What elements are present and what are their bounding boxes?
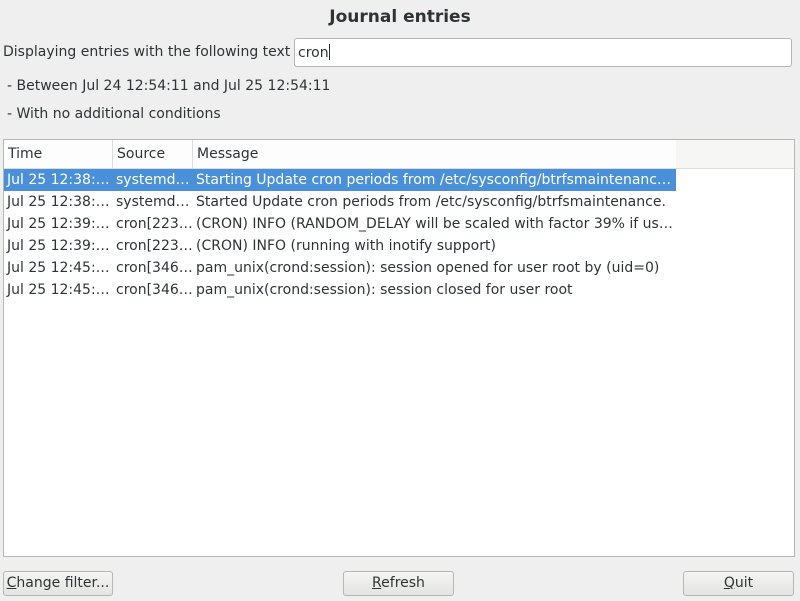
cell-time: Jul 25 12:45:39 — [7, 282, 113, 298]
filter-label: Displaying entries with the following te… — [3, 44, 291, 60]
cell-source: cron[3469] — [116, 260, 193, 276]
additional-conditions: - With no additional conditions — [7, 106, 221, 122]
filter-text-value: cron — [298, 45, 329, 61]
column-header-filler — [676, 140, 794, 169]
column-header-time[interactable]: Time — [4, 140, 113, 168]
change-filter-button[interactable]: Change filter... — [3, 571, 113, 596]
cell-source: cron[2235] — [116, 238, 193, 254]
quit-button[interactable]: Quit — [683, 571, 794, 596]
cell-time: Jul 25 12:38:50 — [7, 172, 113, 188]
journal-entries-list[interactable]: Time Source Message Jul 25 12:38:50 syste… — [3, 139, 795, 557]
column-header-row: Time Source Message — [4, 140, 676, 169]
cell-message: pam_unix(crond:session): session closed … — [196, 282, 573, 298]
cell-message: Starting Update cron periods from /etc/s… — [196, 172, 676, 188]
cell-time: Jul 25 12:45:01 — [7, 260, 113, 276]
cell-message: (CRON) INFO (RANDOM_DELAY will be scaled… — [196, 216, 676, 232]
table-row[interactable]: Jul 25 12:45:39 cron[3469] pam_unix(crond:… — [4, 279, 676, 301]
cell-message: Started Update cron periods from /etc/sy… — [196, 194, 666, 210]
table-row[interactable]: Jul 25 12:38:50 systemd[1] Starting Update… — [4, 169, 676, 191]
cell-source: systemd[1] — [116, 194, 193, 210]
table-row[interactable]: Jul 25 12:38:50 systemd[1] Started Update … — [4, 191, 676, 213]
entries-rows: Jul 25 12:38:50 systemd[1] Starting Update… — [4, 169, 676, 301]
filter-text-input[interactable]: cron — [294, 38, 792, 67]
cell-time: Jul 25 12:39:11 — [7, 238, 113, 254]
text-cursor — [328, 44, 330, 60]
cell-source: cron[2235] — [116, 216, 193, 232]
cell-message: pam_unix(crond:session): session opened … — [196, 260, 660, 276]
cell-source: systemd[1] — [116, 172, 193, 188]
cell-source: cron[3469] — [116, 282, 193, 298]
refresh-button[interactable]: Refresh — [343, 571, 454, 596]
cell-time: Jul 25 12:38:50 — [7, 194, 113, 210]
time-range-condition: - Between Jul 24 12:54:11 and Jul 25 12:… — [7, 78, 331, 94]
table-row[interactable]: Jul 25 12:39:11 cron[2235] (CRON) INFO (ru… — [4, 235, 676, 257]
dialog-title: Journal entries — [329, 7, 471, 27]
column-header-message[interactable]: Message — [193, 140, 676, 168]
cell-time: Jul 25 12:39:11 — [7, 216, 113, 232]
column-header-source[interactable]: Source — [113, 140, 193, 168]
cell-message: (CRON) INFO (running with inotify suppor… — [196, 238, 496, 254]
table-row[interactable]: Jul 25 12:39:11 cron[2235] (CRON) INFO (RA… — [4, 213, 676, 235]
table-row[interactable]: Jul 25 12:45:01 cron[3469] pam_unix(crond:… — [4, 257, 676, 279]
